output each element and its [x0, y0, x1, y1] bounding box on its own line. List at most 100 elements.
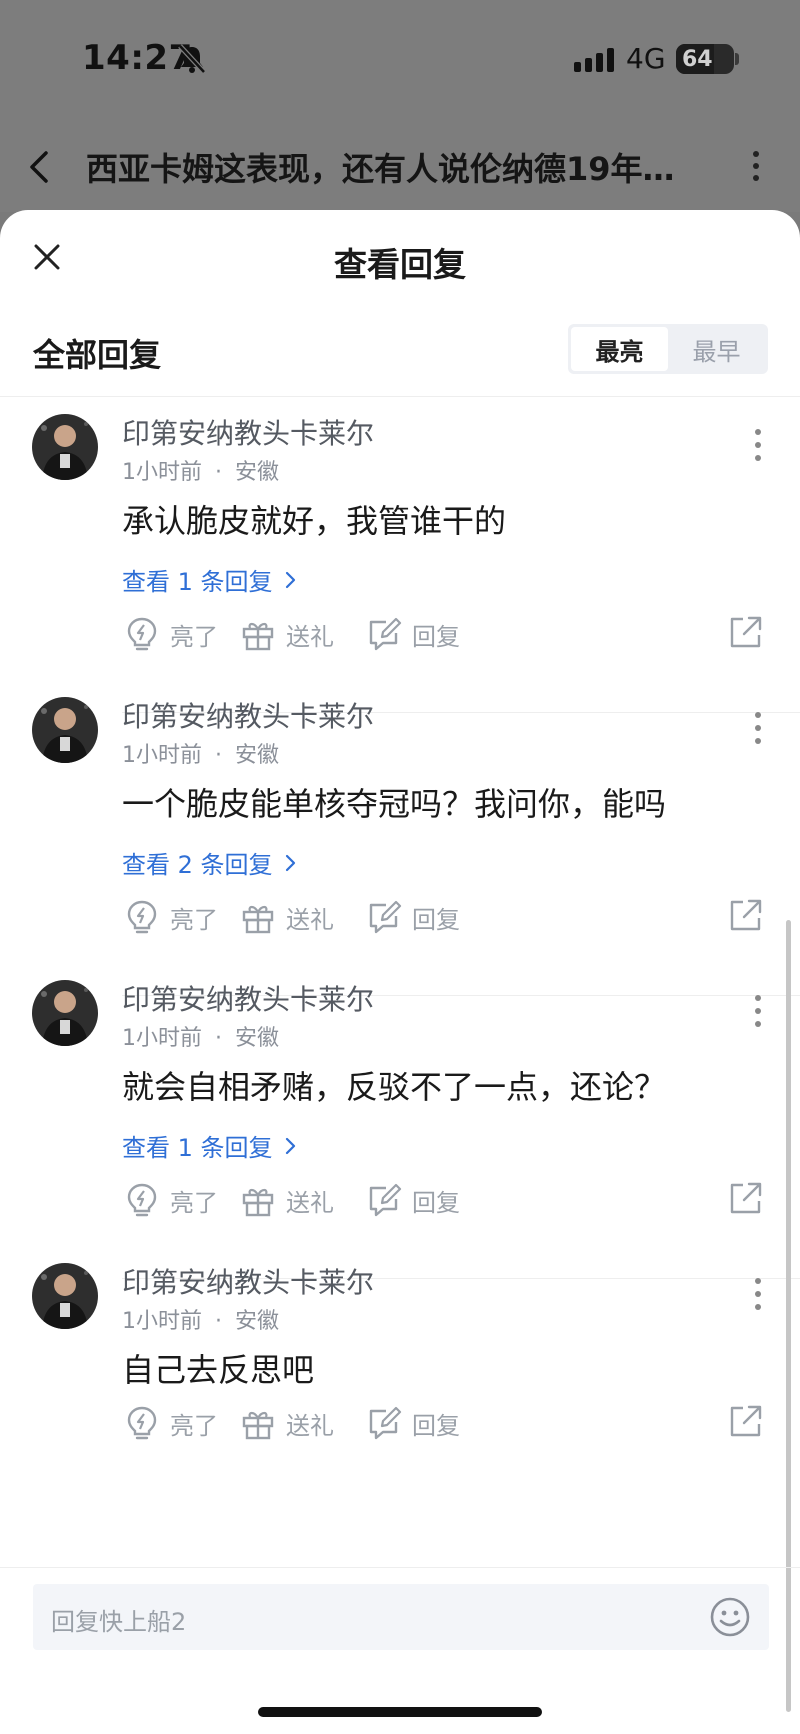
comment-meta: 1小时前 · 安徽 [122, 454, 279, 486]
reply-label: 回复 [412, 1188, 460, 1217]
comment-location: 安徽 [235, 1309, 280, 1334]
comment-username[interactable]: 印第安纳教头卡莱尔 [122, 1261, 374, 1301]
comment-location: 安徽 [235, 460, 280, 485]
comment-time: 1小时前 [122, 743, 202, 768]
comment-location: 安徽 [235, 743, 280, 768]
view-replies-label: 查看 1 条回复 [122, 1134, 273, 1162]
comment-item: 印第安纳教头卡莱尔 1小时前 · 安徽 就会自相矛赌，反驳不了一点，还论？ 查看… [0, 966, 800, 1279]
avatar-image [32, 1263, 98, 1329]
meta-separator: · [215, 460, 222, 485]
like-button[interactable]: 亮了 [124, 1403, 218, 1443]
reply-label: 回复 [412, 1411, 460, 1440]
replies-sheet: 查看回复 全部回复 最亮 最早 印第安纳教头卡莱尔 1小时前 · 安徽 承认脆皮… [0, 210, 800, 1734]
gift-label: 送礼 [286, 1411, 334, 1440]
lightbulb-icon [127, 1183, 157, 1217]
reply-label: 回复 [412, 905, 460, 934]
comment-location: 安徽 [235, 1026, 280, 1051]
comment-username[interactable]: 印第安纳教头卡莱尔 [122, 412, 374, 452]
reply-button[interactable]: 回复 [366, 1180, 460, 1220]
gift-label: 送礼 [286, 905, 334, 934]
home-indicator [258, 1707, 542, 1717]
like-label: 亮了 [170, 622, 218, 651]
reply-button[interactable]: 回复 [366, 897, 460, 937]
reply-input-placeholder: 回复快上船2 [51, 1608, 187, 1636]
like-label: 亮了 [170, 905, 218, 934]
reply-input[interactable]: 回复快上船2 [33, 1584, 769, 1650]
lightbulb-icon [127, 1406, 157, 1440]
more-icon[interactable] [754, 1277, 762, 1311]
comment-actions: 亮了 送礼 回复 [124, 897, 764, 937]
thread-title: 西亚卡姆这表现，还有人说伦纳德19年… [86, 150, 675, 188]
like-button[interactable]: 亮了 [124, 1180, 218, 1220]
chevron-right-icon [285, 571, 295, 588]
gift-button[interactable]: 送礼 [240, 614, 334, 654]
gift-icon [242, 1411, 274, 1440]
reply-label: 回复 [412, 622, 460, 651]
view-replies-label: 查看 2 条回复 [122, 851, 273, 879]
reply-button[interactable]: 回复 [366, 614, 460, 654]
comment-item: 印第安纳教头卡莱尔 1小时前 · 安徽 承认脆皮就好，我管谁干的 查看 1 条回… [0, 400, 800, 713]
like-label: 亮了 [170, 1188, 218, 1217]
comment-item: 印第安纳教头卡莱尔 1小时前 · 安徽 一个脆皮能单核夺冠吗？我问你，能吗 查看… [0, 683, 800, 996]
comment-meta: 1小时前 · 安徽 [122, 1303, 279, 1335]
comment-time: 1小时前 [122, 1309, 202, 1334]
view-replies-link[interactable]: 查看 2 条回复 [122, 845, 297, 880]
more-icon[interactable] [754, 428, 762, 462]
gift-icon [242, 905, 274, 934]
share-icon[interactable] [728, 1180, 764, 1216]
avatar[interactable] [32, 414, 98, 480]
bell-off-icon [178, 44, 206, 74]
share-icon[interactable] [728, 614, 764, 650]
avatar[interactable] [32, 1263, 98, 1329]
emoji-icon[interactable] [709, 1596, 751, 1638]
divider [0, 396, 800, 397]
reply-edit-icon [369, 1183, 402, 1217]
thread-header: 西亚卡姆这表现，还有人说伦纳德19年… [0, 120, 800, 212]
avatar-image [32, 980, 98, 1046]
gift-button[interactable]: 送礼 [240, 897, 334, 937]
comment-time: 1小时前 [122, 460, 202, 485]
avatar-image [32, 414, 98, 480]
reply-button[interactable]: 回复 [366, 1403, 460, 1443]
lightbulb-icon [127, 617, 157, 651]
gift-label: 送礼 [286, 622, 334, 651]
comment-username[interactable]: 印第安纳教头卡莱尔 [122, 978, 374, 1018]
comment-time: 1小时前 [122, 1026, 202, 1051]
gift-button[interactable]: 送礼 [240, 1403, 334, 1443]
sort-option-earliest[interactable]: 最早 [668, 327, 765, 371]
network-type: 4G [626, 42, 666, 75]
status-bar: 14:27 4G 64 [0, 0, 800, 120]
avatar[interactable] [32, 697, 98, 763]
gift-label: 送礼 [286, 1188, 334, 1217]
sort-option-brightest[interactable]: 最亮 [571, 327, 668, 371]
more-icon[interactable] [752, 150, 760, 182]
scrollbar[interactable] [786, 920, 791, 1712]
back-icon[interactable] [28, 150, 50, 184]
battery-indicator: 64 [676, 44, 734, 74]
view-replies-link[interactable]: 查看 1 条回复 [122, 1128, 297, 1163]
comment-actions: 亮了 送礼 回复 [124, 1403, 764, 1443]
like-button[interactable]: 亮了 [124, 897, 218, 937]
status-time: 14:27 [82, 38, 193, 78]
share-icon[interactable] [728, 1403, 764, 1439]
lightbulb-icon [127, 900, 157, 934]
comment-content: 自己去反思吧 [122, 1351, 315, 1389]
more-icon[interactable] [754, 994, 762, 1028]
comment-meta: 1小时前 · 安徽 [122, 737, 279, 769]
chevron-right-icon [285, 854, 295, 871]
comment-username[interactable]: 印第安纳教头卡莱尔 [122, 695, 374, 735]
like-button[interactable]: 亮了 [124, 614, 218, 654]
comment-content: 承认脆皮就好，我管谁干的 [122, 502, 507, 540]
more-icon[interactable] [754, 711, 762, 745]
gift-button[interactable]: 送礼 [240, 1180, 334, 1220]
gift-icon [242, 1188, 274, 1217]
chevron-right-icon [285, 1137, 295, 1154]
comment-item: 印第安纳教头卡莱尔 1小时前 · 安徽 自己去反思吧 亮了 送礼 回复 [0, 1249, 800, 1562]
reply-edit-icon [369, 617, 402, 651]
view-replies-link[interactable]: 查看 1 条回复 [122, 562, 297, 597]
share-icon[interactable] [728, 897, 764, 933]
comment-actions: 亮了 送礼 回复 [124, 614, 764, 654]
avatar[interactable] [32, 980, 98, 1046]
like-label: 亮了 [170, 1411, 218, 1440]
battery-tip [735, 53, 739, 65]
